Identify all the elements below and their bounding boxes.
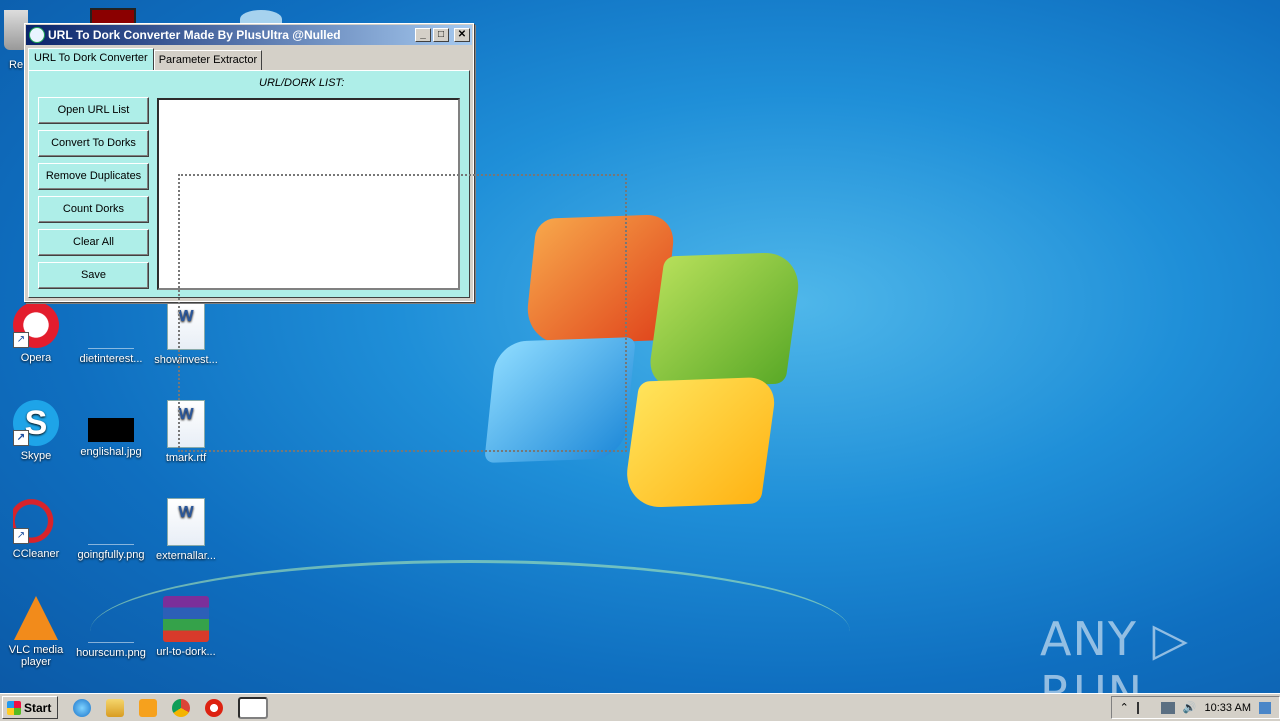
network-icon[interactable]	[1160, 701, 1175, 714]
desktop-icon-goingfully[interactable]: goingfully.png	[71, 498, 151, 561]
app-globe-icon	[29, 27, 45, 43]
image-file-icon	[88, 596, 134, 643]
minimize-button[interactable]: _	[415, 28, 431, 42]
tab-strip: URL To Dork Converter Parameter Extracto…	[28, 48, 263, 71]
chrome-icon[interactable]	[172, 698, 191, 717]
desktop-icon-externallar[interactable]: W externallar...	[146, 498, 226, 562]
desktop-icon-label: Opera	[20, 352, 52, 364]
list-label: URL/DORK LIST:	[259, 77, 345, 89]
desktop-icon-englishal[interactable]: englishal.jpg	[71, 400, 151, 458]
window-title: URL To Dork Converter Made By PlusUltra …	[48, 28, 341, 42]
desktop-icon-vlc[interactable]: VLC media player	[0, 596, 76, 668]
desktop-icon-url-to-dork[interactable]: url-to-dork...	[146, 596, 226, 658]
image-file-icon	[88, 418, 134, 442]
show-hidden-icons-chevron-icon[interactable]: ⌃	[1120, 701, 1129, 714]
window-titlebar[interactable]: URL To Dork Converter Made By PlusUltra …	[26, 25, 472, 45]
desktop-icon-label: goingfully.png	[77, 549, 145, 561]
clock[interactable]: 10:33 AM	[1205, 702, 1251, 714]
internet-explorer-icon[interactable]	[73, 698, 92, 717]
logo-yellow-pane	[621, 376, 779, 509]
desktop-icon-label: hourscum.png	[76, 647, 146, 659]
show-desktop-icon[interactable]	[1259, 701, 1271, 714]
save-button[interactable]: Save	[38, 262, 149, 289]
app-taskbar-button[interactable]	[238, 696, 269, 719]
taskbar: Start ⌃ 🔊 10:33 AM	[0, 693, 1280, 721]
skype-icon: S ↗	[13, 400, 59, 446]
winrar-archive-icon	[163, 596, 209, 642]
count-dorks-button[interactable]: Count Dorks	[38, 196, 149, 223]
start-button[interactable]: Start	[2, 696, 59, 719]
logo-green-pane	[646, 251, 804, 389]
desktop-icon-dietinterest[interactable]: dietinterest...	[71, 302, 151, 365]
desktop-icon-label: tmark.rtf	[165, 452, 207, 464]
media-player-icon[interactable]	[139, 698, 158, 717]
remove-duplicates-button[interactable]: Remove Duplicates	[38, 163, 149, 190]
desktop-icon-opera[interactable]: ↗ Opera	[0, 302, 76, 364]
desktop-icon-label: englishal.jpg	[80, 446, 142, 458]
action-center-flag-icon[interactable]	[1136, 701, 1153, 714]
word-doc-icon: W	[167, 498, 205, 546]
desktop-icon-label: dietinterest...	[79, 353, 143, 365]
desktop-icon-label: CCleaner	[12, 548, 60, 560]
opera-taskbar-icon[interactable]	[205, 698, 224, 717]
image-file-icon	[88, 302, 134, 349]
convert-to-dorks-button[interactable]: Convert To Dorks	[38, 130, 149, 157]
start-label: Start	[24, 700, 52, 715]
shortcut-arrow-icon: ↗	[13, 332, 29, 348]
clear-all-button[interactable]: Clear All	[38, 229, 149, 256]
close-button[interactable]: ✕	[454, 28, 470, 42]
desktop-icon-hourscum[interactable]: hourscum.png	[71, 596, 151, 659]
ccleaner-icon: ↗	[13, 498, 59, 544]
desktop-icon-label: Skype	[20, 450, 52, 462]
desktop-icon-ccleaner[interactable]: ↗ CCleaner	[0, 498, 76, 560]
desktop-icon-label: VLC media player	[8, 644, 64, 668]
drag-outline-rectangle	[178, 174, 627, 452]
open-url-list-button[interactable]: Open URL List	[38, 97, 149, 124]
desktop-icon-label: externallar...	[156, 550, 216, 562]
vlc-cone-icon	[14, 596, 58, 640]
tab-url-to-dork[interactable]: URL To Dork Converter	[28, 48, 154, 71]
system-tray: ⌃ 🔊 10:33 AM	[1110, 696, 1280, 719]
windows-start-icon	[7, 700, 21, 715]
shortcut-arrow-icon: ↗	[13, 528, 29, 544]
file-explorer-icon[interactable]	[106, 698, 125, 717]
tab-parameter-extractor[interactable]: Parameter Extractor	[153, 50, 263, 70]
desktop-icon-label: url-to-dork...	[156, 646, 216, 658]
maximize-button[interactable]: □	[433, 28, 449, 42]
opera-icon: ↗	[13, 302, 59, 348]
shortcut-arrow-icon: ↗	[13, 430, 29, 446]
volume-icon[interactable]: 🔊	[1183, 701, 1197, 714]
recycle-bin-label: Re	[9, 59, 24, 71]
desktop-icon-skype[interactable]: S ↗ Skype	[0, 400, 76, 462]
image-file-icon	[88, 498, 134, 545]
